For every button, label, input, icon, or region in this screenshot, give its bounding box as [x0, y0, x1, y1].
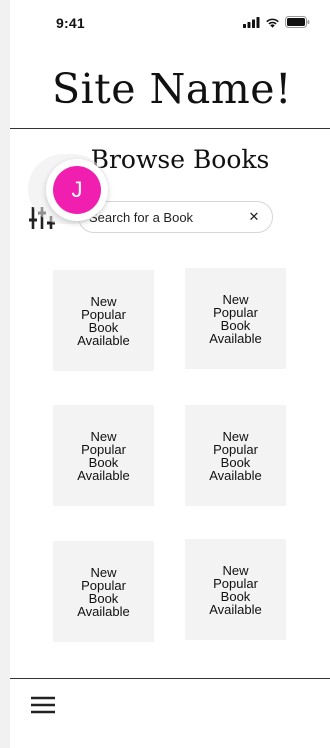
search-input[interactable] — [89, 202, 239, 232]
wifi-icon — [266, 18, 279, 28]
book-card[interactable]: New Popular Book Available — [185, 268, 286, 369]
book-label: New Popular Book Available — [209, 291, 262, 346]
header-divider — [10, 128, 330, 129]
status-icons — [243, 16, 310, 28]
battery-icon — [285, 16, 310, 28]
book-card[interactable]: New Popular Book Available — [185, 405, 286, 506]
clear-search-button[interactable]: ✕ — [244, 207, 264, 227]
status-time: 9:41 — [56, 15, 85, 31]
book-label: New Popular Book Available — [77, 293, 130, 348]
book-card[interactable]: New Popular Book Available — [53, 541, 154, 642]
book-card[interactable]: New Popular Book Available — [185, 539, 286, 640]
hamburger-menu-icon[interactable] — [30, 695, 56, 715]
site-title: Site Name! — [52, 65, 292, 113]
avatar[interactable]: J — [46, 159, 108, 221]
bottom-nav-bar — [10, 679, 330, 748]
status-bar: 9:41 — [0, 0, 330, 44]
bottom-divider — [10, 678, 330, 679]
book-card[interactable]: New Popular Book Available — [53, 270, 154, 371]
search-box: ✕ — [78, 201, 273, 233]
book-label: New Popular Book Available — [209, 428, 262, 483]
book-card[interactable]: New Popular Book Available — [53, 405, 154, 506]
avatar-initial: J — [53, 166, 101, 214]
book-label: New Popular Book Available — [77, 428, 130, 483]
signal-icon — [243, 16, 260, 28]
book-label: New Popular Book Available — [209, 562, 262, 617]
book-label: New Popular Book Available — [77, 564, 130, 619]
